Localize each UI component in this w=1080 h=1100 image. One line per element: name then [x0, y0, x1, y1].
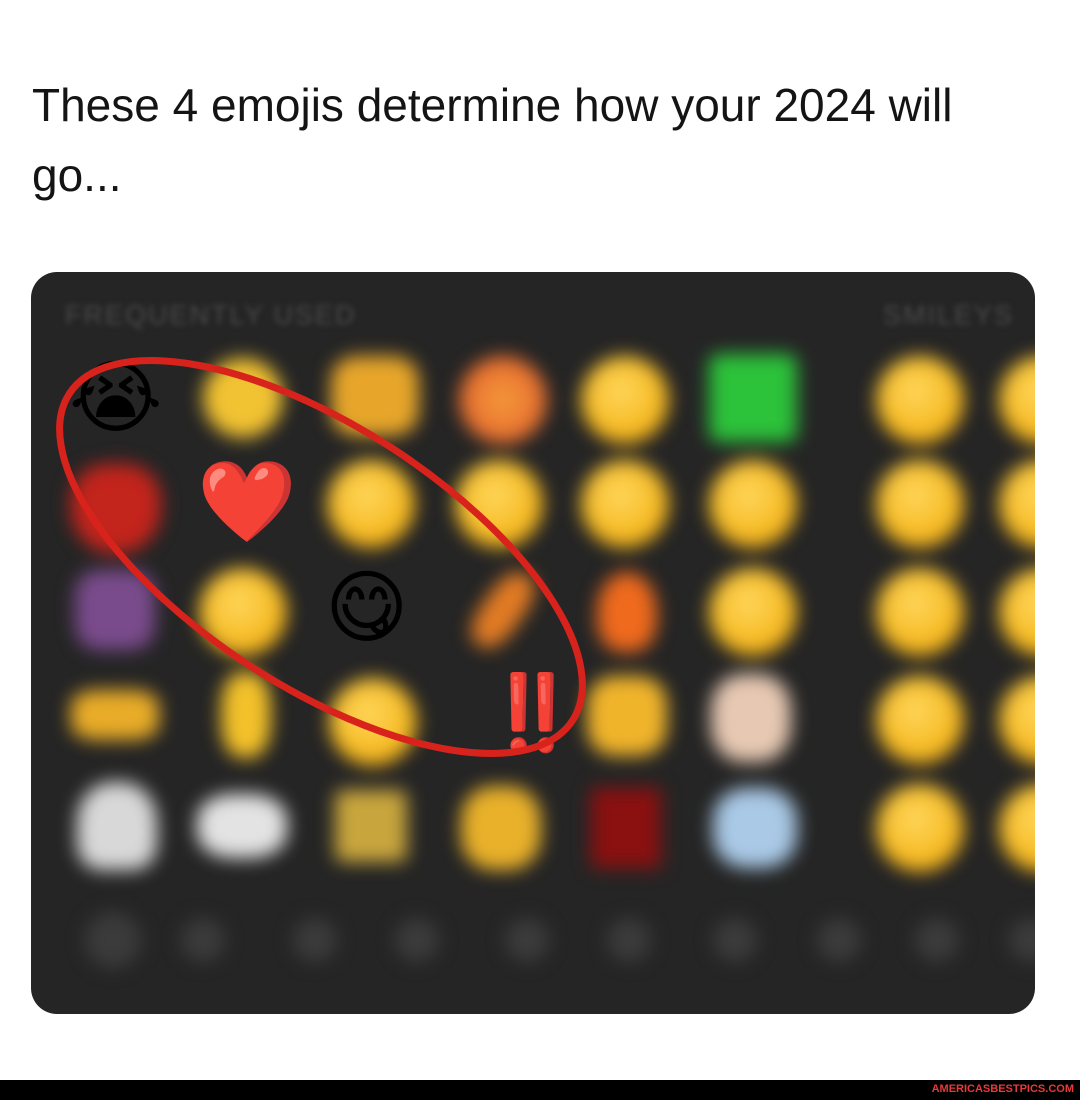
watermark-text: AMERICASBESTPICS.COM	[931, 1083, 1074, 1095]
highlight-ring	[56, 357, 586, 757]
watermark-bar: AMERICASBESTPICS.COM	[0, 1080, 1080, 1100]
post-caption: These 4 emojis determine how your 2024 w…	[32, 79, 953, 201]
emoji-keyboard-image: FREQUENTLY USED SMILEYS 😭 ❤️ 😋 ‼️	[31, 272, 1035, 1014]
